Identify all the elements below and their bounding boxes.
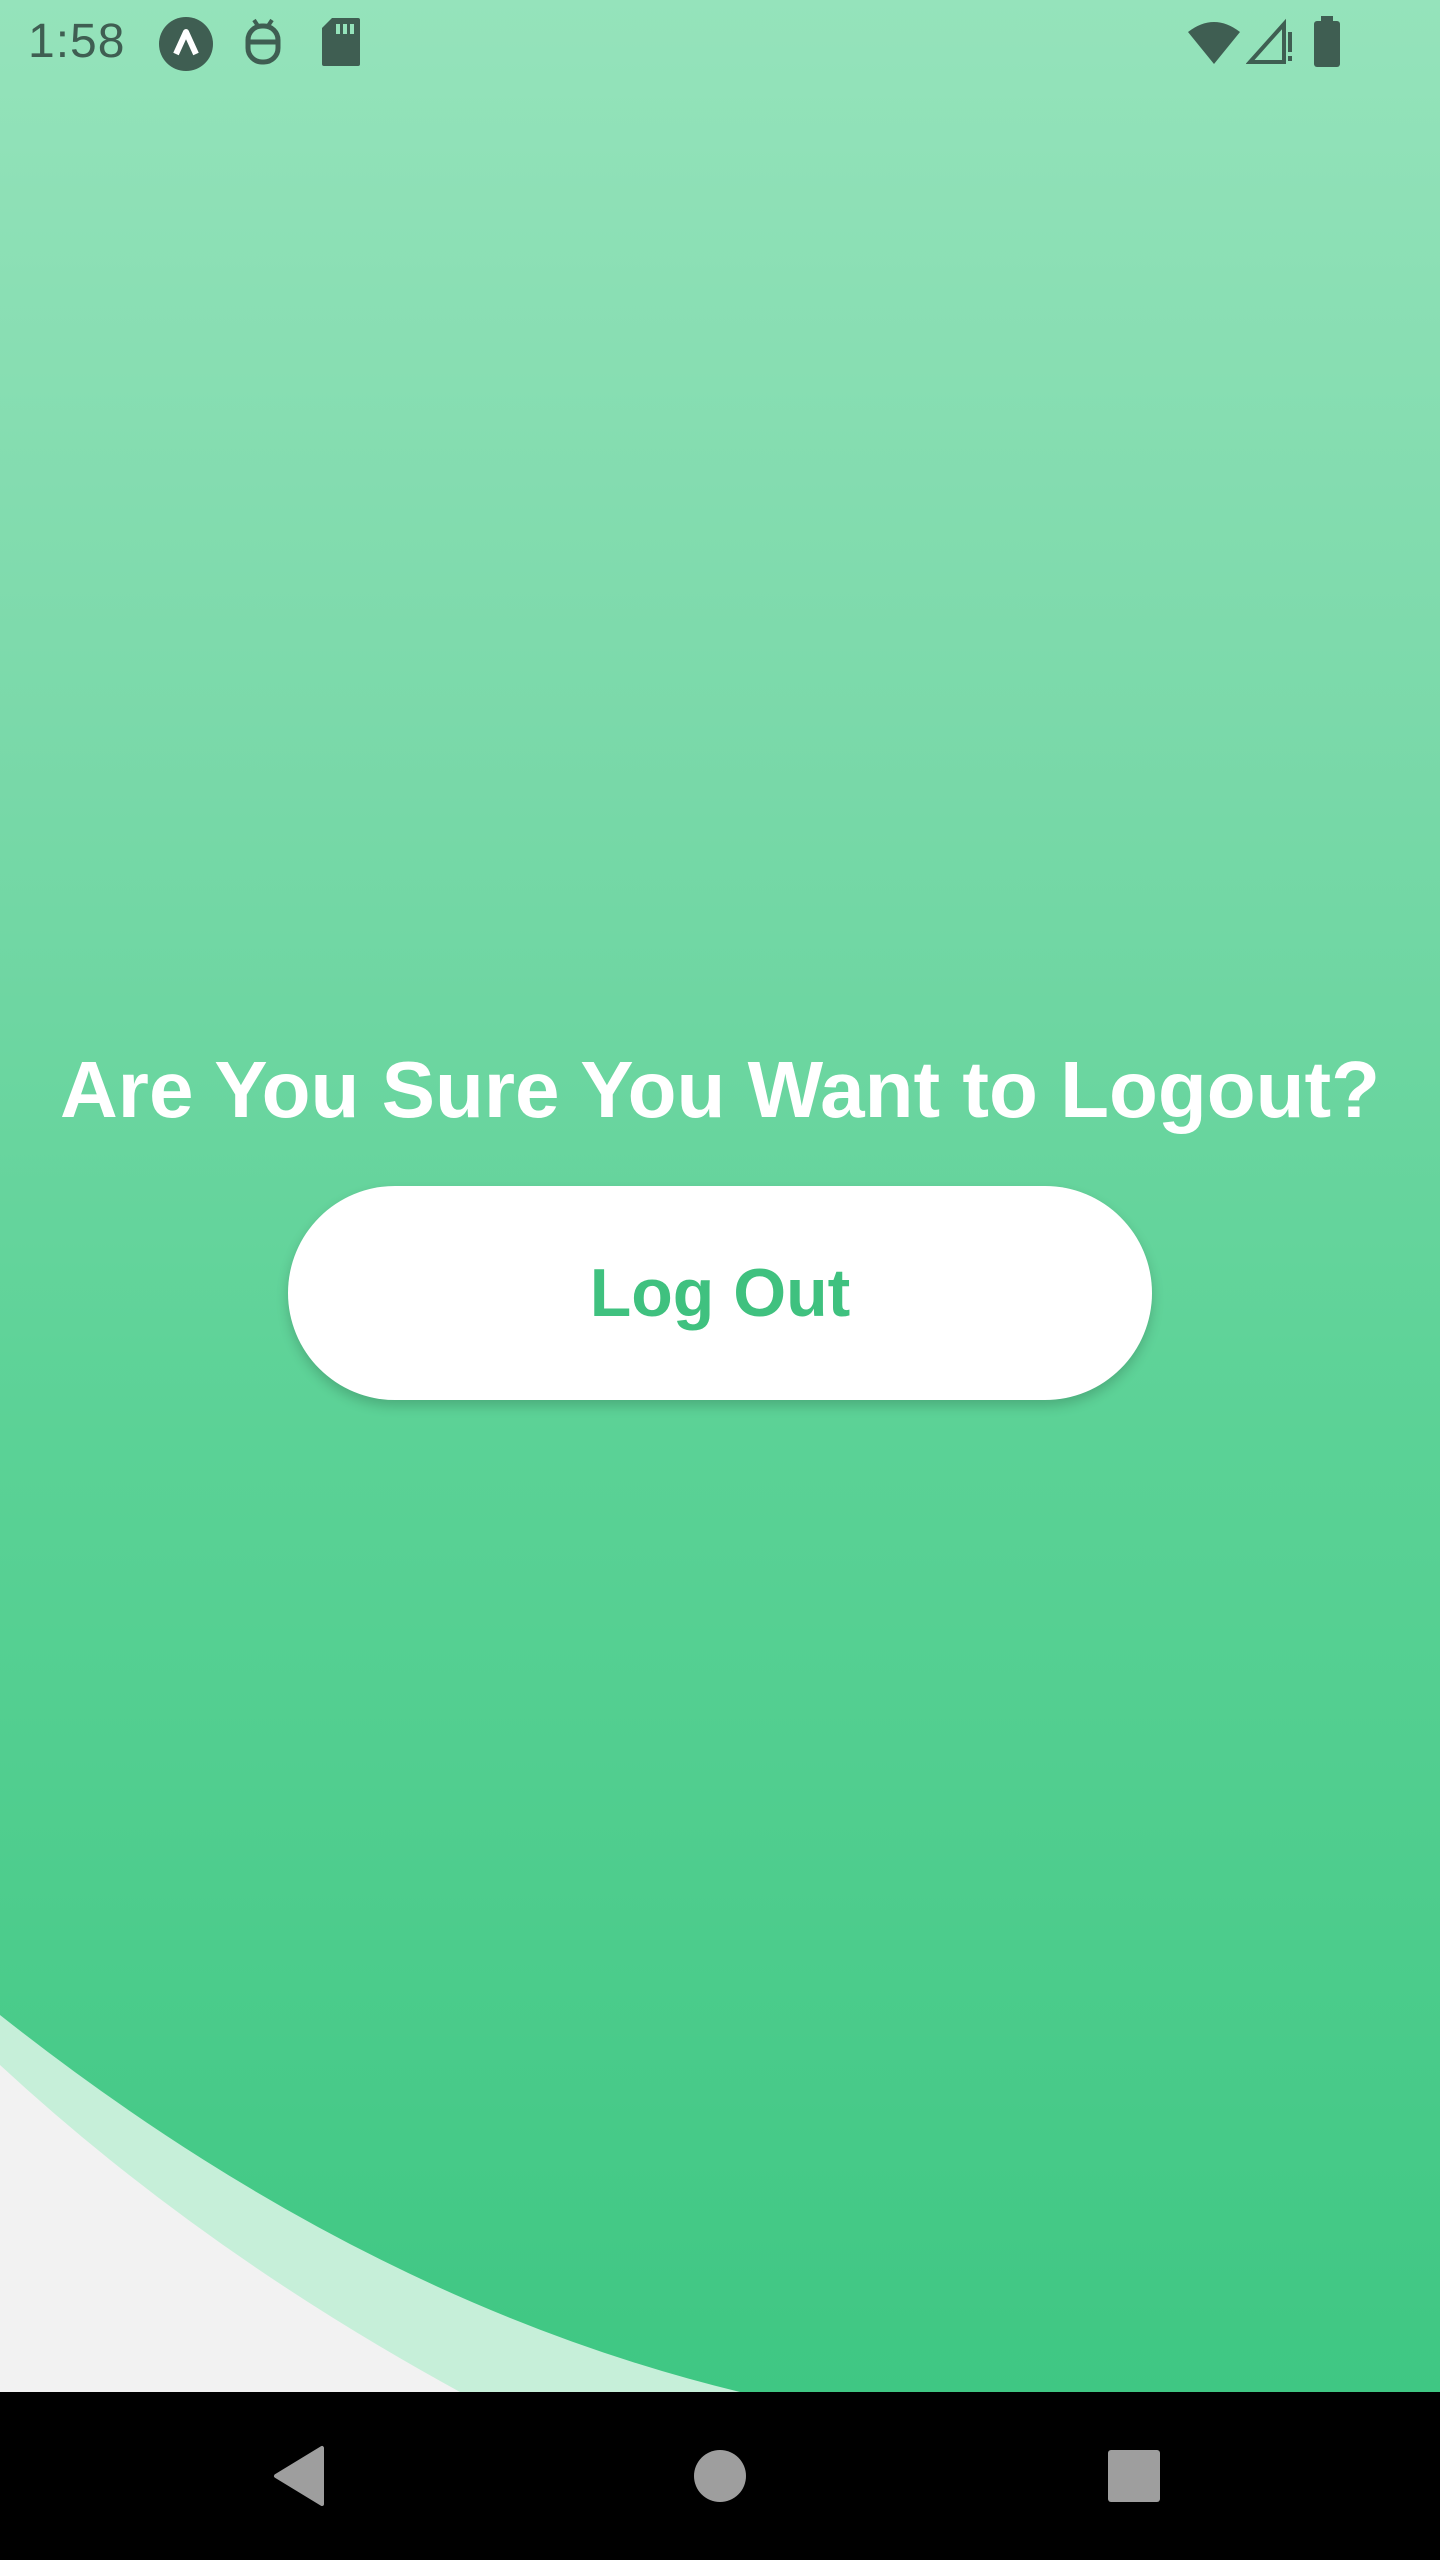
status-bar: 1:58 [0, 0, 1440, 84]
logout-screen: 1:58 Are You Sure You Want to Logout? Lo… [0, 0, 1440, 2560]
logout-button-label: Log Out [589, 1255, 851, 1331]
recents-icon [1108, 2450, 1160, 2502]
signal-icon [1246, 18, 1292, 64]
nav-home-button[interactable] [640, 2392, 800, 2560]
navigation-bar [0, 2392, 1440, 2560]
app-a-icon [159, 17, 213, 71]
battery-icon [1314, 16, 1340, 67]
nav-back-button[interactable] [220, 2392, 380, 2560]
nav-recents-button[interactable] [1054, 2392, 1214, 2560]
logout-confirm-title: Are You Sure You Want to Logout? [60, 1045, 1380, 1134]
wifi-icon [1188, 22, 1240, 64]
back-icon [274, 2446, 324, 2506]
home-icon [694, 2450, 746, 2502]
status-time: 1:58 [28, 15, 126, 68]
logout-button[interactable]: Log Out [288, 1186, 1152, 1400]
sd-card-icon [322, 18, 360, 66]
debug-icon [245, 18, 281, 65]
